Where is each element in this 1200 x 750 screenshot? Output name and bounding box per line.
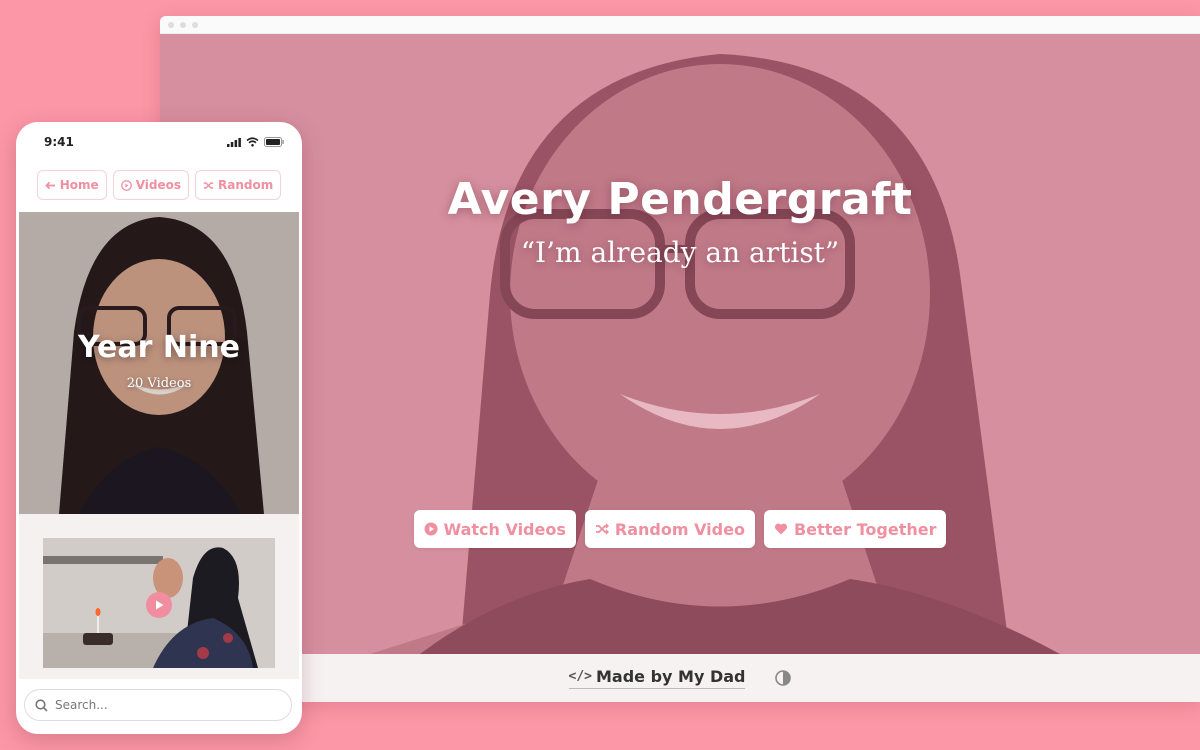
home-button[interactable]: Home <box>36 170 107 200</box>
random-button[interactable]: Random <box>195 170 282 200</box>
desktop-browser-window: Avery Pendergraft “I’m already an artist… <box>160 16 1200 702</box>
desktop-hero: Avery Pendergraft “I’m already an artist… <box>160 34 1200 654</box>
mobile-hero[interactable]: Year Nine 20 Videos <box>19 212 299 514</box>
page-title: Avery Pendergraft <box>447 174 913 225</box>
mobile-hero-title: Year Nine <box>78 330 240 365</box>
hero-quote: “I’m already an artist” <box>520 236 840 269</box>
home-label: Home <box>59 178 99 192</box>
videos-button[interactable]: Videos <box>112 170 190 200</box>
video-thumbnail[interactable] <box>43 538 275 668</box>
desktop-footer: </> Made by My Dad <box>160 654 1200 702</box>
mobile-hero-subtitle: 20 Videos <box>126 376 192 391</box>
search-bar[interactable] <box>24 689 292 721</box>
better-together-label: Better Together <box>793 519 937 539</box>
status-bar: 9:41 <box>16 122 302 162</box>
window-control-close[interactable] <box>168 21 174 28</box>
battery-icon <box>264 137 284 147</box>
play-button[interactable] <box>146 592 172 618</box>
random-video-label: Random Video <box>614 519 745 539</box>
watch-videos-button[interactable]: Watch Videos <box>413 510 576 548</box>
videos-label: Videos <box>135 178 182 192</box>
signal-icon <box>227 137 241 147</box>
hero-button-group: Watch Videos Random Video Better Togethe… <box>160 510 1200 548</box>
hero-tint-overlay <box>160 34 1200 654</box>
code-icon: </> <box>568 669 592 684</box>
shuffle-icon <box>595 523 609 535</box>
made-by-link[interactable]: </> Made by My Dad <box>568 667 746 689</box>
window-control-minimize[interactable] <box>180 21 186 28</box>
window-control-maximize[interactable] <box>192 21 198 28</box>
play-icon <box>156 600 164 610</box>
contrast-icon[interactable] <box>775 670 792 686</box>
video-list <box>19 514 299 679</box>
made-by-label: Made by My Dad <box>595 667 746 686</box>
wifi-icon <box>246 137 259 147</box>
better-together-button[interactable]: Better Together <box>763 510 947 548</box>
play-circle-icon <box>120 179 132 191</box>
random-video-button[interactable]: Random Video <box>584 510 755 548</box>
search-input[interactable] <box>55 698 275 712</box>
status-time: 9:41 <box>44 135 74 149</box>
browser-toolbar <box>160 16 1200 34</box>
shuffle-icon <box>203 181 214 189</box>
arrow-left-icon <box>44 181 55 189</box>
watch-videos-label: Watch Videos <box>443 519 566 539</box>
search-icon <box>35 698 48 712</box>
mobile-phone-frame: 9:41 Home Videos Random Year Nine 20 Vid… <box>16 122 302 734</box>
heart-icon <box>774 523 788 535</box>
play-circle-icon <box>424 522 437 536</box>
random-label: Random <box>218 178 274 192</box>
status-icons <box>227 137 284 147</box>
